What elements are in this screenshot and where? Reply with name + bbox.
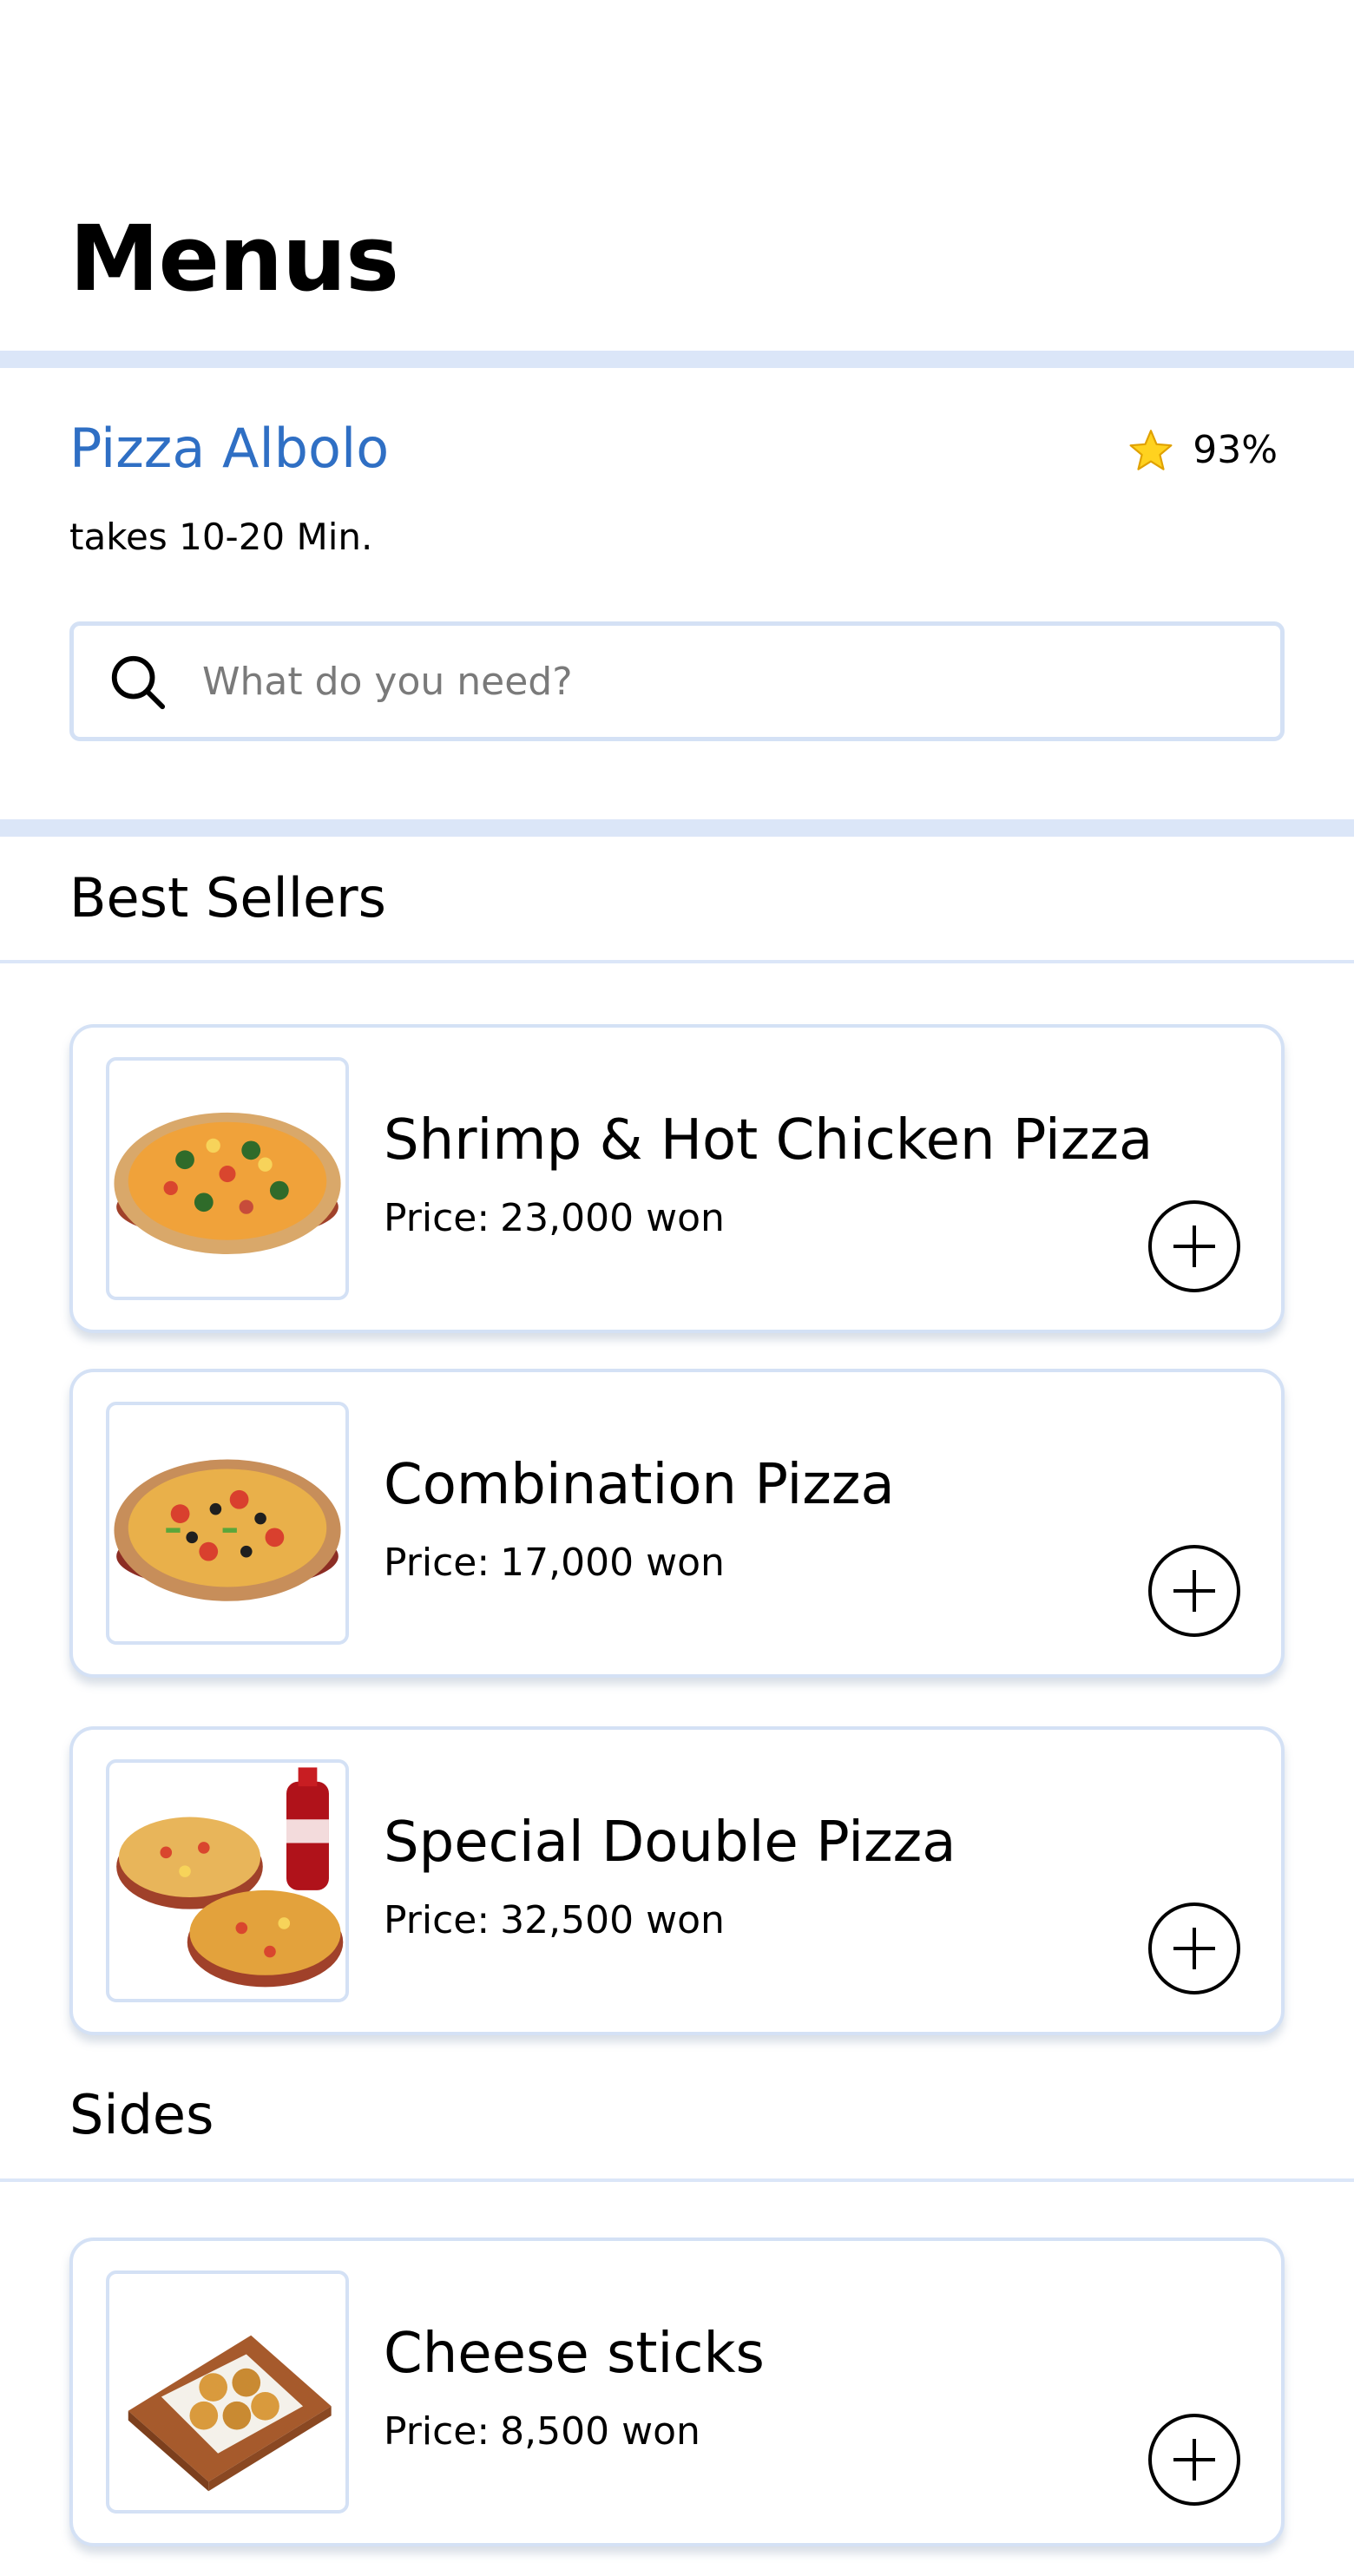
delivery-time: takes 10-20 Min. [69, 516, 373, 558]
price-value: 23,000 won [500, 1196, 725, 1240]
section-title-best-sellers: Best Sellers [69, 866, 386, 930]
menu-item-name: Combination Pizza [384, 1453, 895, 1517]
add-item-button[interactable] [1147, 1199, 1241, 1293]
menu-item-name: Cheese sticks [384, 2322, 765, 2386]
menu-item-price: Price: 32,500 won [384, 1902, 725, 1940]
add-item-button[interactable] [1147, 1544, 1241, 1638]
header-divider [0, 351, 1354, 368]
section-divider [0, 960, 1354, 963]
restaurant-divider [0, 819, 1354, 837]
search-input[interactable] [202, 659, 1200, 704]
menu-item-name: Special Double Pizza [384, 1810, 956, 1875]
menu-item-price: Price: 8,500 won [384, 2413, 700, 2451]
menu-item-card[interactable]: Shrimp & Hot Chicken Pizza Price: 23,000 … [69, 1024, 1285, 1333]
plus-circle-icon [1148, 1902, 1240, 1994]
add-item-button[interactable] [1147, 1902, 1241, 1995]
section-title-sides: Sides [69, 2083, 214, 2146]
menu-item-card[interactable]: Combination Pizza Price: 17,000 won [69, 1369, 1285, 1678]
menu-item-price: Price: 17,000 won [384, 1544, 725, 1582]
restaurant-name: Pizza Albolo [69, 417, 390, 480]
page-title: Menus [69, 206, 399, 312]
special-double-pizza-with-cola-image [106, 1759, 349, 2002]
combination-pizza-image [106, 1402, 349, 1645]
cheese-sticks-image [106, 2270, 349, 2514]
price-label: Price: [384, 1196, 490, 1240]
section-divider [0, 2178, 1354, 2182]
price-value: 17,000 won [500, 1541, 725, 1585]
search-bar[interactable] [69, 621, 1285, 741]
menu-item-name: Shrimp & Hot Chicken Pizza [384, 1108, 1154, 1173]
menu-item-card[interactable]: Special Double Pizza Price: 32,500 won [69, 1726, 1285, 2035]
price-label: Price: [384, 1541, 490, 1585]
rating: 93% [1128, 429, 1278, 472]
menu-item-price: Price: 23,000 won [384, 1199, 725, 1238]
menu-item-card[interactable]: Cheese sticks Price: 8,500 won [69, 2238, 1285, 2546]
plus-circle-icon [1148, 1200, 1240, 1292]
price-label: Price: [384, 1898, 490, 1942]
price-label: Price: [384, 2409, 490, 2454]
price-value: 8,500 won [500, 2409, 700, 2454]
price-value: 32,500 won [500, 1898, 725, 1942]
plus-circle-icon [1148, 1545, 1240, 1637]
search-icon [107, 651, 168, 712]
add-item-button[interactable] [1147, 2413, 1241, 2507]
rating-value: 93% [1193, 428, 1278, 472]
star-icon [1128, 429, 1173, 472]
plus-circle-icon [1148, 2414, 1240, 2506]
shrimp-hot-chicken-pizza-image [106, 1057, 349, 1300]
